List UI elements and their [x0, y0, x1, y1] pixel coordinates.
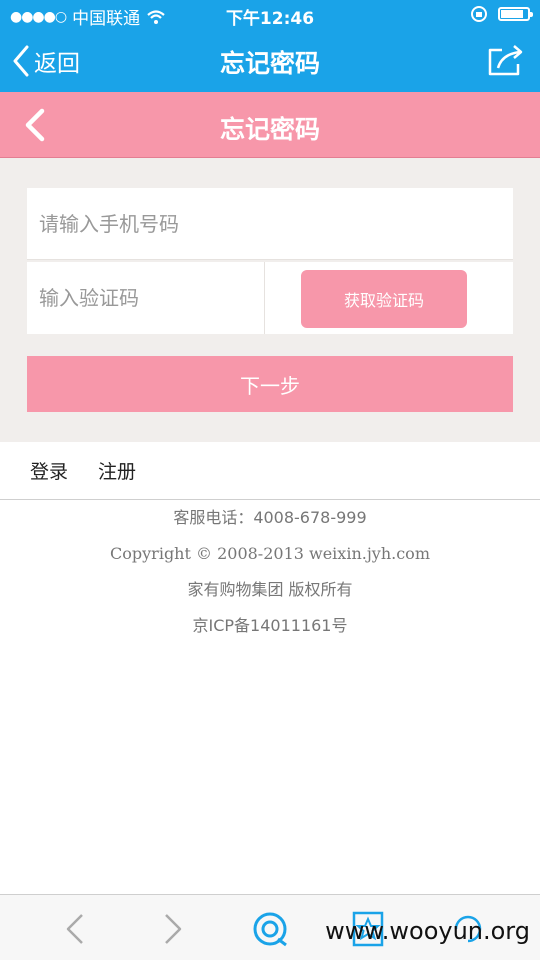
login-link[interactable]: 登录 — [30, 457, 68, 484]
back-nav-icon[interactable] — [56, 909, 96, 949]
top-bar: ●●●●○ 中国联通 下午12:46 返回 忘记密码 — [0, 0, 540, 92]
next-step-button[interactable]: 下一步 — [27, 356, 513, 412]
get-code-button[interactable]: 获取验证码 — [301, 270, 467, 328]
footer: 客服电话：4008-678-999 Copyright © 2008-2013 … — [0, 500, 540, 644]
copyright: Copyright © 2008-2013 weixin.jyh.com — [110, 544, 430, 563]
watermark: www.wooyun.org — [325, 917, 530, 945]
nav-title: 忘记密码 — [219, 49, 320, 78]
service-phone: 客服电话：4008-678-999 — [173, 508, 367, 527]
code-field-row: 获取验证码 — [27, 262, 513, 334]
browser-home-icon[interactable] — [250, 909, 290, 949]
share-icon[interactable] — [486, 42, 526, 78]
app-nav: 返回 忘记密码 — [0, 30, 540, 92]
rights-notice: 家有购物集团 版权所有 — [187, 580, 353, 599]
status-bar: ●●●●○ 中国联通 下午12:46 — [0, 0, 540, 30]
status-time: 下午12:46 — [225, 9, 315, 29]
phone-input[interactable] — [27, 188, 513, 259]
browser-toolbar: www.wooyun.org — [0, 894, 540, 960]
register-link[interactable]: 注册 — [98, 457, 136, 484]
orientation-lock-icon — [471, 6, 487, 22]
icp-number: 京ICP备14011161号 — [192, 616, 348, 635]
page-header: 忘记密码 — [0, 92, 540, 158]
page-title: 忘记密码 — [219, 115, 320, 144]
phone-field-row — [27, 188, 513, 260]
battery-icon — [498, 7, 533, 21]
forward-nav-icon[interactable] — [152, 909, 192, 949]
auth-links: 登录 注册 — [0, 442, 540, 500]
code-input[interactable] — [27, 262, 264, 334]
forgot-password-form: 获取验证码 下一步 — [0, 158, 540, 442]
